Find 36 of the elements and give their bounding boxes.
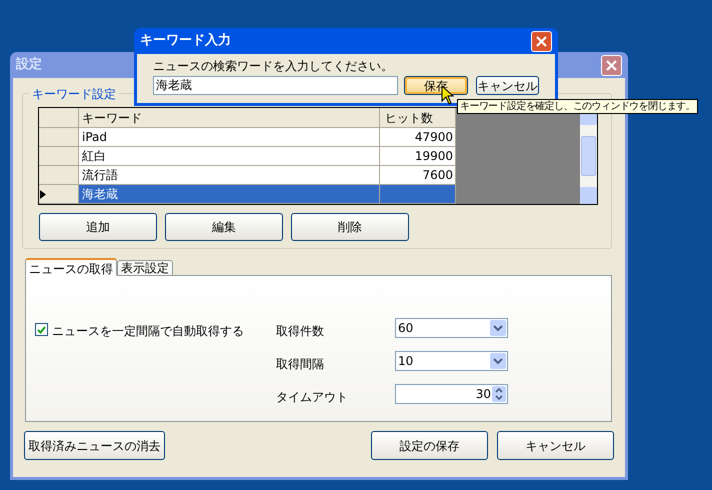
prompt-text: ニュースの検索ワードを入力してください。 [153, 58, 394, 74]
spinner-field[interactable]: 30 [395, 384, 508, 404]
tab[interactable]: 表示設定 [117, 260, 173, 276]
table-row[interactable]: iPad 47900 [39, 128, 456, 147]
dropdown-field[interactable]: 10 [395, 351, 508, 371]
spinner-arrows-icon [492, 386, 506, 402]
tab[interactable]: ニュースの取得 [25, 258, 117, 276]
keyword-input[interactable]: 海老蔵 [153, 76, 398, 95]
dialog-button[interactable]: キャンセル [476, 76, 539, 95]
close-icon [536, 36, 547, 46]
clear-news-button[interactable]: 取得済みニュースの消去 [24, 431, 165, 460]
row-header [39, 166, 79, 185]
field-label: 取得件数 [276, 323, 325, 340]
checkbox[interactable] [35, 323, 48, 336]
checkbox-label: ニュースを一定間隔で自動取得する [52, 323, 244, 340]
table-cell: 海老蔵 [79, 185, 380, 204]
group-title: キーワード設定 [29, 85, 119, 103]
close-icon [606, 60, 617, 70]
table-row[interactable]: 海老蔵 [39, 185, 456, 204]
tooltip: キーワード設定を確定し、このウィンドウを閉じます。 [457, 99, 698, 114]
save-settings-button[interactable]: 設定の保存 [371, 431, 488, 460]
dropdown-field[interactable]: 60 [395, 318, 508, 338]
field-label: タイムアウト [276, 389, 349, 406]
action-button[interactable]: 追加 [39, 213, 157, 241]
close-button[interactable] [531, 30, 552, 52]
table-row[interactable]: 流行語 7600 [39, 166, 456, 185]
field-label: 取得間隔 [276, 356, 325, 373]
table-row[interactable]: 紅白 19900 [39, 147, 456, 166]
action-button[interactable]: 削除 [291, 213, 409, 241]
window-title: キーワード入力 [140, 32, 231, 50]
close-button[interactable] [601, 54, 622, 76]
window-title: 設定 [16, 56, 42, 74]
checkmark-icon [37, 326, 46, 334]
cancel-button[interactable]: キャンセル [497, 431, 614, 460]
action-button[interactable]: 編集 [165, 213, 283, 241]
row-header [39, 147, 79, 166]
